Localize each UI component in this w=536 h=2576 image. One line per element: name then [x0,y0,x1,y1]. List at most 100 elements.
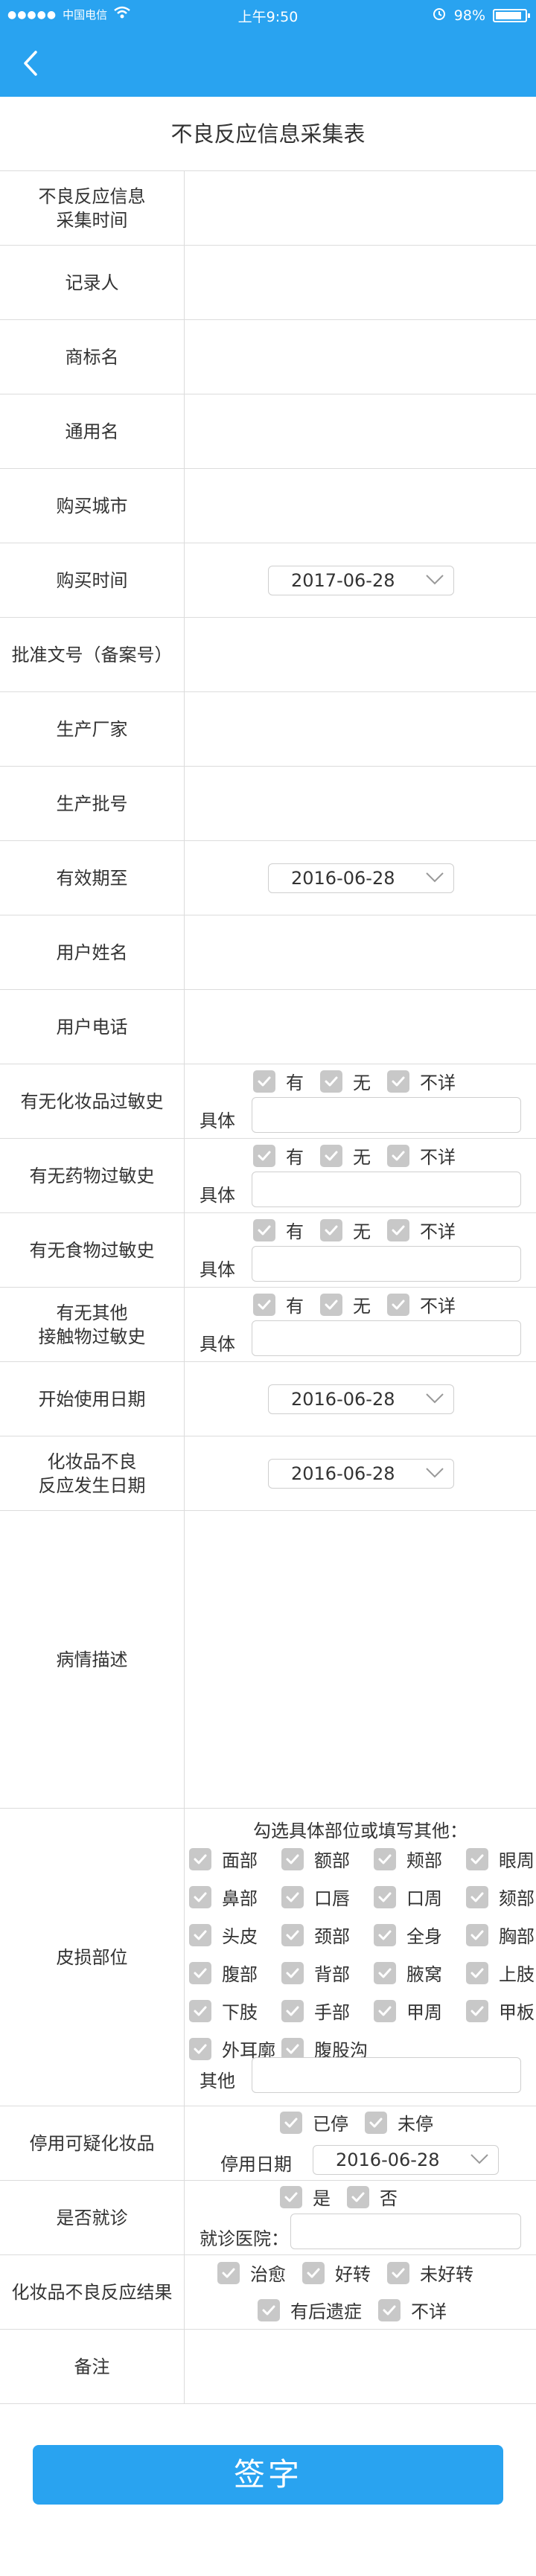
outcome-option-1-checkbox[interactable]: 好转 [302,2260,371,2286]
contact-allergy-option-0-checkbox[interactable]: 有 [253,1291,304,1317]
label-seen-doctor: 是否就诊 [0,2181,185,2254]
outcome-option-1-label: 好转 [335,2264,371,2285]
skin-site-option-9-checkbox[interactable]: 颈部 [281,1922,374,1948]
chevron-down-icon [426,575,444,585]
cosmetic-allergy-option-0-checkbox[interactable]: 有 [253,1068,304,1094]
row-user-name: 用户姓名 [0,915,536,990]
skin-site-option-13-checkbox[interactable]: 背部 [281,1960,374,1986]
cosmetic-allergy-option-2-checkbox[interactable]: 不详 [387,1068,456,1094]
purchase-city-field[interactable] [185,469,536,543]
checkmark-icon [280,2185,302,2208]
checkmark-icon [466,1961,488,1984]
skin-site-option-4-checkbox[interactable]: 鼻部 [189,1884,281,1910]
back-button[interactable] [13,45,51,82]
sign-button[interactable]: 签字 [33,2445,503,2505]
outcome-option-0-label: 治愈 [250,2264,286,2285]
cosmetic-allergy-detail-input[interactable] [252,1097,521,1133]
skin-site-option-14-checkbox[interactable]: 腋窝 [374,1960,466,1986]
hospital-input[interactable] [290,2214,521,2249]
label-user-phone: 用户电话 [0,990,185,1064]
skin-site-option-0-checkbox[interactable]: 面部 [189,1846,281,1872]
label-contact-allergy: 有无其他 接触物过敏史 [0,1288,185,1361]
stop-use-option-0-checkbox[interactable]: 已停 [280,2109,348,2135]
row-user-phone: 用户电话 [0,990,536,1064]
contact-allergy-option-1-checkbox[interactable]: 无 [320,1291,371,1317]
expiry-select[interactable]: 2016-06-28 [268,863,454,893]
skin-site-option-11-checkbox[interactable]: 胸部 [466,1922,536,1948]
checkmark-icon [302,2261,325,2284]
seen-doctor-option-0-checkbox[interactable]: 是 [280,2184,331,2210]
checkmark-icon [387,2261,409,2284]
skin-site-option-2-checkbox[interactable]: 颊部 [374,1846,466,1872]
outcome-option-2-checkbox[interactable]: 未好转 [387,2260,473,2286]
purchase-time-select[interactable]: 2017-06-28 [268,566,454,595]
skin-site-option-13-label: 背部 [314,1964,350,1985]
food-allergy-option-2-checkbox[interactable]: 不详 [387,1217,456,1243]
outcome-extra-option-1-checkbox[interactable]: 不详 [378,2297,447,2323]
food-allergy-option-0-checkbox[interactable]: 有 [253,1217,304,1243]
drug-allergy-option-2-label: 不详 [420,1147,456,1168]
skin-site-option-12-checkbox[interactable]: 腹部 [189,1960,281,1986]
drug-allergy-option-1-checkbox[interactable]: 无 [320,1142,371,1169]
checkmark-icon [281,1961,304,1984]
drug-allergy-options: 有 无 不详 [253,1142,472,1169]
manufacturer-field[interactable] [185,692,536,766]
checkmark-icon [374,1847,396,1870]
start-use-date-select[interactable]: 2016-06-28 [268,1384,454,1414]
user-phone-field[interactable] [185,990,536,1064]
seen-doctor-option-1-checkbox[interactable]: 否 [347,2184,398,2210]
skin-site-option-18-checkbox[interactable]: 甲周 [374,1998,466,2024]
skin-site-option-19-label: 甲板 [499,2002,535,2023]
label-user-name: 用户姓名 [0,915,185,989]
outcome-option-0-checkbox[interactable]: 治愈 [217,2260,286,2286]
checkmark-icon [281,1999,304,2022]
skin-site-option-5-checkbox[interactable]: 口唇 [281,1884,374,1910]
batch-no-field[interactable] [185,767,536,840]
checkmark-icon [387,1144,409,1167]
detail-label: 具体 [200,1110,235,1131]
skin-site-option-16-checkbox[interactable]: 下肢 [189,1998,281,2024]
skin-site-option-15-checkbox[interactable]: 上肢 [466,1960,536,1986]
form-table: 不良反应信息 采集时间 记录人 商标名 通用名 购买城市 购买时间 2017-0… [0,171,536,2404]
contact-allergy-detail-input[interactable] [252,1320,521,1356]
drug-allergy-option-0-checkbox[interactable]: 有 [253,1142,304,1169]
checkmark-icon [320,1218,342,1241]
collect-time-field[interactable] [185,171,536,245]
drug-allergy-detail-input[interactable] [252,1172,521,1207]
outcome-extra-option-0-checkbox[interactable]: 有后遗症 [258,2297,362,2323]
label-manufacturer: 生产厂家 [0,692,185,766]
checkmark-icon [387,1070,409,1093]
checkmark-icon [281,2037,304,2060]
skin-site-other-input[interactable] [252,2057,521,2093]
skin-site-option-6-checkbox[interactable]: 口周 [374,1884,466,1910]
generic-name-field[interactable] [185,394,536,468]
condition-desc-field[interactable] [185,1511,536,1808]
skin-site-option-8-checkbox[interactable]: 头皮 [189,1922,281,1948]
user-name-field[interactable] [185,915,536,989]
food-allergy-detail-input[interactable] [252,1246,521,1282]
drug-allergy-option-2-checkbox[interactable]: 不详 [387,1142,456,1169]
recorder-field[interactable] [185,246,536,319]
skin-site-option-10-checkbox[interactable]: 全身 [374,1922,466,1948]
reaction-date-select[interactable]: 2016-06-28 [268,1459,454,1489]
battery-icon [493,8,530,22]
remarks-field[interactable] [185,2330,536,2403]
stop-use-option-1-checkbox[interactable]: 未停 [365,2109,433,2135]
row-expiry: 有效期至 2016-06-28 [0,841,536,915]
skin-site-option-17-checkbox[interactable]: 手部 [281,1998,374,2024]
skin-site-option-1-checkbox[interactable]: 额部 [281,1846,374,1872]
checkmark-icon [253,1218,275,1241]
brand-name-field[interactable] [185,320,536,394]
food-allergy-option-1-checkbox[interactable]: 无 [320,1217,371,1243]
skin-site-option-7-checkbox[interactable]: 颏部 [466,1884,536,1910]
food-allergy-option-0-label: 有 [286,1221,304,1242]
approval-no-field[interactable] [185,618,536,691]
label-stop-use: 停用可疑化妆品 [0,2106,185,2180]
checkmark-icon [387,1218,409,1241]
skin-site-option-3-checkbox[interactable]: 眼周 [466,1846,536,1872]
contact-allergy-option-2-checkbox[interactable]: 不详 [387,1291,456,1317]
skin-site-option-19-checkbox[interactable]: 甲板 [466,1998,536,2024]
cosmetic-allergy-option-1-checkbox[interactable]: 无 [320,1068,371,1094]
stop-date-select[interactable]: 2016-06-28 [313,2145,499,2175]
chevron-down-icon [470,2154,488,2164]
